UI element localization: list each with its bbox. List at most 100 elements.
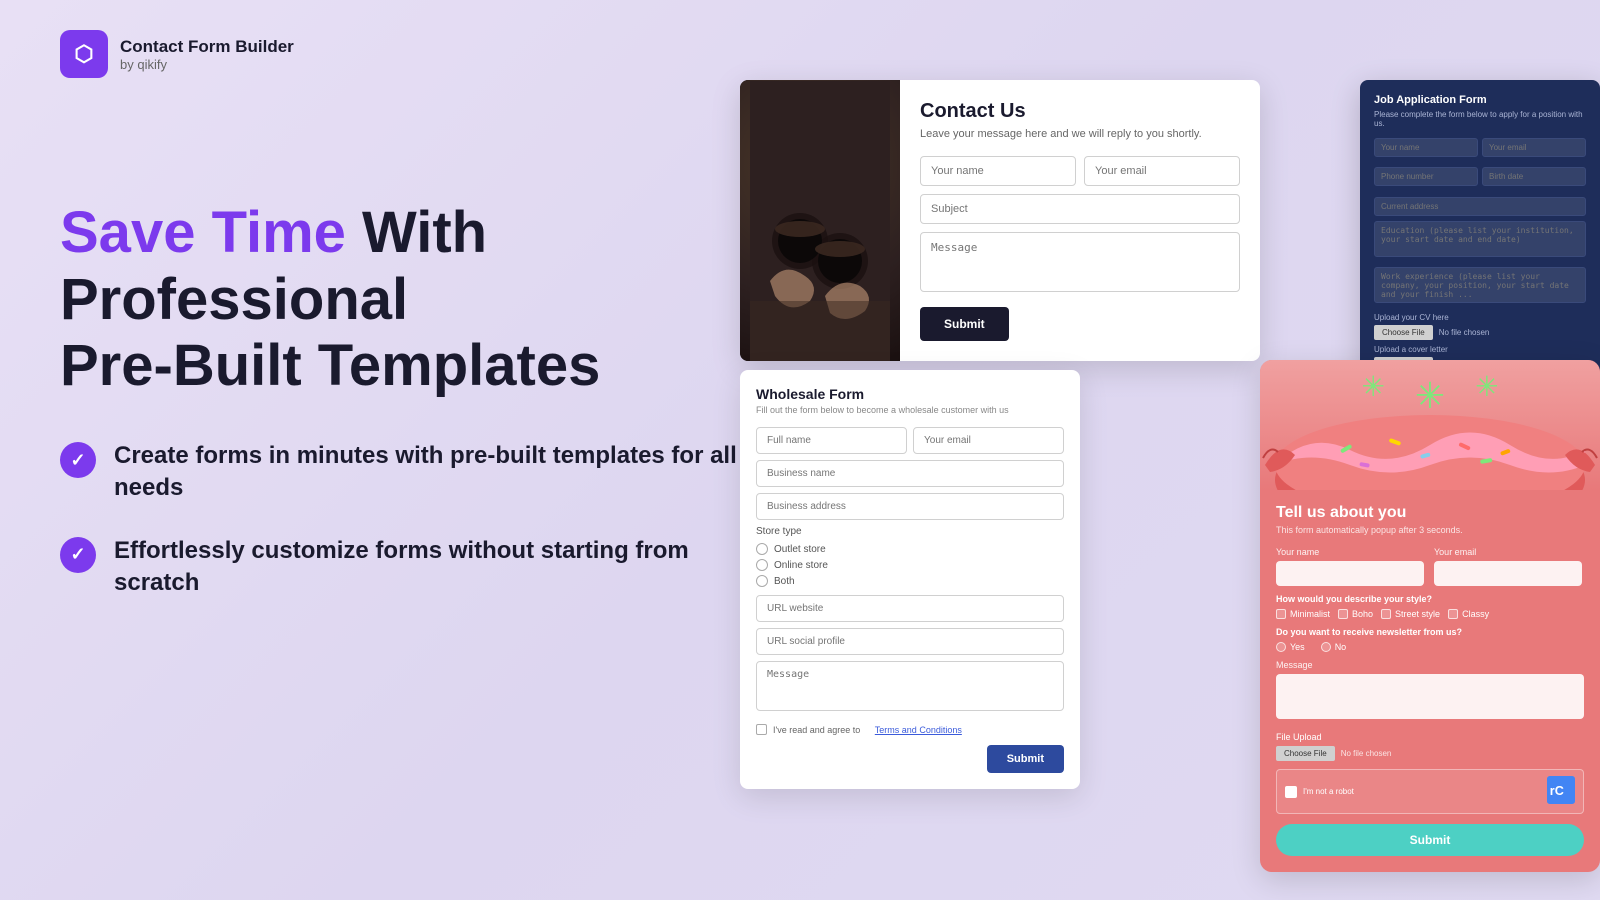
wholesale-submit-button[interactable]: Submit — [987, 745, 1064, 773]
contact-message-textarea[interactable] — [920, 232, 1240, 292]
tellus-form-card: ✳ ✳ ✳ — [1260, 360, 1600, 872]
style-street[interactable]: Street style — [1381, 609, 1440, 619]
tellus-decoration: ✳ ✳ ✳ — [1260, 360, 1600, 490]
tellus-name-label: Your name — [1276, 547, 1426, 557]
wholesale-fullname-input[interactable] — [756, 427, 907, 454]
contact-form-body: Contact Us Leave your message here and w… — [900, 80, 1260, 361]
left-content: Save Time With Professional Pre-Built Te… — [60, 200, 740, 600]
style-boho[interactable]: Boho — [1338, 609, 1373, 619]
radio-dot-both — [756, 575, 768, 587]
tellus-message-label: Message — [1276, 660, 1584, 670]
tellus-file-label: File Upload — [1276, 732, 1584, 742]
newsletter-yes[interactable]: Yes — [1276, 642, 1305, 652]
store-type-label: Store type — [756, 526, 1064, 537]
wholesale-terms-checkbox[interactable] — [756, 724, 767, 735]
contact-email-input[interactable] — [1084, 156, 1240, 186]
job-phone-input[interactable] — [1374, 167, 1478, 186]
tellus-submit-button[interactable]: Submit — [1276, 824, 1584, 856]
job-cv-label: Upload your CV here — [1374, 313, 1586, 322]
style-minimalist-label: Minimalist — [1290, 609, 1330, 619]
job-cv-no-file: No file chosen — [1439, 328, 1490, 337]
style-street-checkbox — [1381, 609, 1391, 619]
features-list: Create forms in minutes with pre-built t… — [60, 440, 740, 600]
tellus-captcha-checkbox[interactable] — [1285, 786, 1297, 798]
style-classy-label: Classy — [1462, 609, 1489, 619]
job-cv-file-btn[interactable]: Choose File — [1374, 325, 1433, 340]
radio-online-label: Online store — [774, 560, 828, 571]
job-work-textarea[interactable] — [1374, 267, 1586, 303]
app-logo-icon: ⬡ — [74, 41, 93, 67]
tellus-form-title: Tell us about you — [1276, 504, 1584, 522]
newsletter-yes-label: Yes — [1290, 642, 1305, 652]
tellus-email-label: Your email — [1434, 547, 1584, 557]
wholesale-url-input[interactable] — [756, 595, 1064, 622]
job-dob-input[interactable] — [1482, 167, 1586, 186]
wholesale-social-input[interactable] — [756, 628, 1064, 655]
job-cv-btn-row: Choose File No file chosen — [1374, 325, 1586, 340]
header: ⬡ Contact Form Builder by qikify — [60, 30, 294, 78]
headline-line2: Pre-Built Templates — [60, 333, 600, 398]
radio-both-label: Both — [774, 576, 795, 587]
job-address-input[interactable] — [1374, 197, 1586, 216]
wholesale-form-subtitle: Fill out the form below to become a whol… — [756, 405, 1064, 415]
radio-outlet-label: Outlet store — [774, 544, 826, 555]
tellus-file-btn[interactable]: Choose File — [1276, 746, 1335, 761]
tellus-form-body: Tell us about you This form automaticall… — [1260, 490, 1600, 872]
tellus-file-row: Choose File No file chosen — [1276, 746, 1584, 761]
job-name-input[interactable] — [1374, 138, 1478, 157]
style-minimalist[interactable]: Minimalist — [1276, 609, 1330, 619]
contact-subject-input[interactable] — [920, 194, 1240, 224]
contact-form-subtitle: Leave your message here and we will repl… — [920, 127, 1240, 142]
job-form-subtitle: Please complete the form below to apply … — [1374, 110, 1586, 128]
wholesale-terms-label: I've read and agree to — [773, 725, 860, 735]
job-cv-upload: Upload your CV here Choose File No file … — [1374, 313, 1586, 340]
contact-submit-button[interactable]: Submit — [920, 307, 1009, 341]
style-classy[interactable]: Classy — [1448, 609, 1489, 619]
coffee-illustration — [750, 81, 890, 361]
contact-form-card: Contact Us Leave your message here and w… — [740, 80, 1260, 361]
contact-image — [740, 80, 900, 361]
coffee-decoration — [740, 80, 900, 361]
feature-item-1: Create forms in minutes with pre-built t… — [60, 440, 740, 505]
brand-sub: by qikify — [120, 57, 294, 72]
newsletter-no-label: No — [1335, 642, 1347, 652]
wholesale-business-input[interactable] — [756, 460, 1064, 487]
radio-both[interactable]: Both — [756, 575, 1064, 587]
wholesale-message-textarea[interactable] — [756, 661, 1064, 711]
wholesale-form-title: Wholesale Form — [756, 386, 1064, 402]
style-minimalist-checkbox — [1276, 609, 1286, 619]
tellus-name-input[interactable] — [1276, 561, 1424, 586]
tellus-captcha-logo: rC — [1547, 776, 1575, 807]
tellus-form-subtitle: This form automatically popup after 3 se… — [1276, 525, 1584, 535]
tellus-captcha-inner: I'm not a robot — [1285, 786, 1354, 798]
contact-name-email-row — [920, 156, 1240, 186]
radio-dot-online — [756, 559, 768, 571]
brand-name: Contact Form Builder — [120, 37, 294, 57]
job-email-input[interactable] — [1482, 138, 1586, 157]
tellus-newsletter-label: Do you want to receive newsletter from u… — [1276, 627, 1584, 637]
tellus-newsletter-radios: Yes No — [1276, 642, 1584, 652]
wholesale-form-card: Wholesale Form Fill out the form below t… — [740, 370, 1080, 789]
job-form-title: Job Application Form — [1374, 94, 1586, 106]
wholesale-email-input[interactable] — [913, 427, 1064, 454]
store-type-radio-group: Outlet store Online store Both — [756, 543, 1064, 587]
job-phone-dob-row — [1374, 167, 1586, 191]
contact-name-input[interactable] — [920, 156, 1076, 186]
radio-online[interactable]: Online store — [756, 559, 1064, 571]
brand-text: Contact Form Builder by qikify — [120, 37, 294, 72]
check-icon-1 — [60, 442, 96, 478]
contact-form-title: Contact Us — [920, 100, 1240, 123]
wholesale-address-input[interactable] — [756, 493, 1064, 520]
job-name-email-row — [1374, 138, 1586, 162]
job-education-textarea[interactable] — [1374, 221, 1586, 257]
logo-box: ⬡ — [60, 30, 108, 78]
tellus-file-upload: File Upload Choose File No file chosen — [1276, 732, 1584, 761]
tellus-email-input[interactable] — [1434, 561, 1582, 586]
radio-outlet[interactable]: Outlet store — [756, 543, 1064, 555]
tellus-captcha-box: I'm not a robot rC — [1276, 769, 1584, 814]
forms-area: Contact Us Leave your message here and w… — [720, 60, 1600, 900]
tellus-message-textarea[interactable] — [1276, 674, 1584, 719]
job-cover-label: Upload a cover letter — [1374, 345, 1586, 354]
newsletter-no[interactable]: No — [1321, 642, 1347, 652]
wholesale-terms-link[interactable]: Terms and Conditions — [875, 725, 962, 735]
